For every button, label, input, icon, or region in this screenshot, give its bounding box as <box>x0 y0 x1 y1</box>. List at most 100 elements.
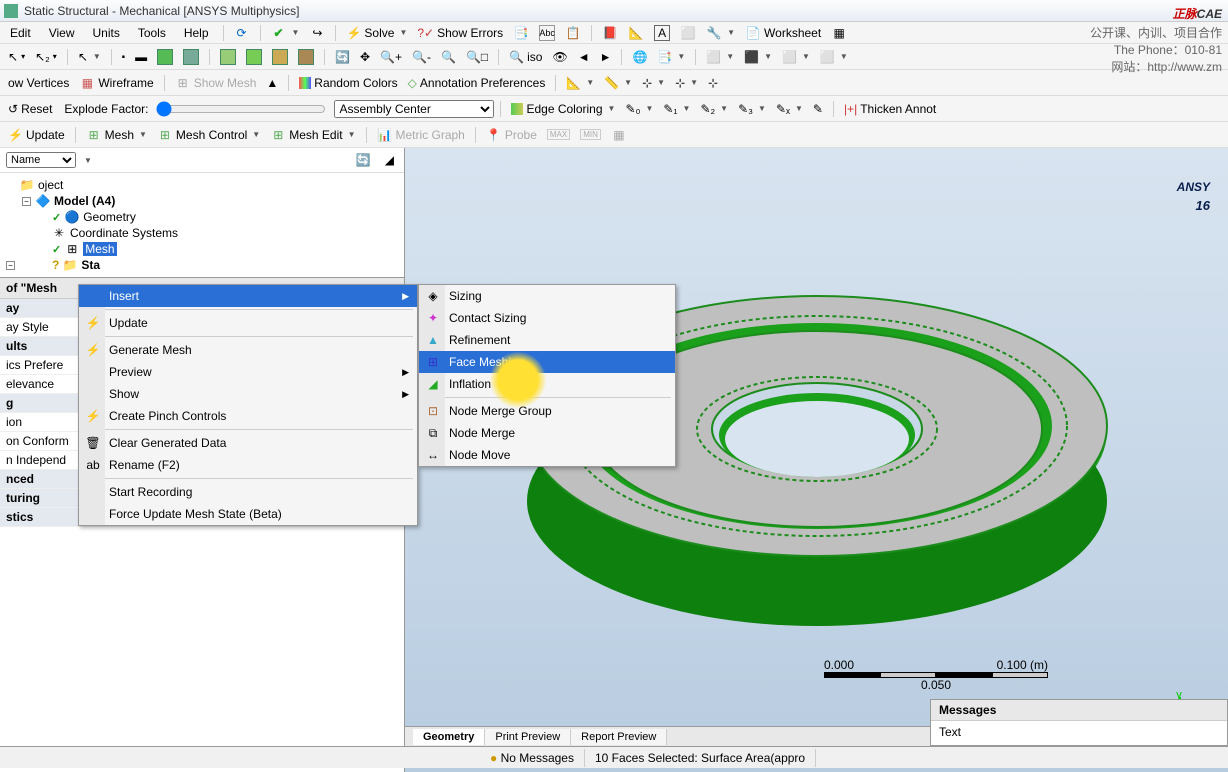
mesh-control-button[interactable]: ⊞Mesh Control▼ <box>153 125 264 145</box>
thicken-button[interactable]: |+|Thicken Annot <box>840 100 940 118</box>
edge-coloring-button[interactable]: Edge Coloring▼ <box>507 100 619 118</box>
arrow-button[interactable]: ↪ <box>305 23 329 43</box>
sel-body[interactable] <box>179 47 203 67</box>
tb-icon-3[interactable]: 📋 <box>561 23 585 43</box>
coord-icon-3[interactable]: ⊹▼ <box>638 74 669 92</box>
view-prev-button[interactable]: ◄ <box>574 48 594 66</box>
sub-node-merge-group[interactable]: ⊡ Node Merge Group <box>419 400 675 422</box>
ctx-rename[interactable]: ab Rename (F2) <box>79 454 417 476</box>
refresh-tree-icon[interactable]: 🔄 <box>352 151 375 169</box>
select-mode-1[interactable]: ↖▾ <box>4 48 29 66</box>
tb-icon-4[interactable]: 📕 <box>598 23 622 43</box>
display-button-4[interactable]: ⬜▼ <box>816 48 852 66</box>
ctx-clear-data[interactable]: 🗑 Clear Generated Data <box>79 432 417 454</box>
view-button[interactable]: 📑▼ <box>653 48 689 66</box>
view-next-button[interactable]: ► <box>596 48 616 66</box>
show-errors-button[interactable]: ?✓Show Errors <box>413 24 507 42</box>
sub-refinement[interactable]: ▲ Refinement <box>419 329 675 351</box>
display-button-1[interactable]: ⬜▼ <box>702 48 738 66</box>
zoom-out-button[interactable]: 🔍- <box>408 48 435 66</box>
tab-report-preview[interactable]: Report Preview <box>571 729 667 745</box>
show-vertices-button[interactable]: ow Vertices <box>4 74 73 92</box>
view-iso-button[interactable]: 🔍iso <box>505 48 546 66</box>
worksheet-button[interactable]: 📄Worksheet <box>741 23 825 43</box>
tb-icon-9[interactable]: ▦ <box>827 23 851 43</box>
tb-icon-abc[interactable]: Abc <box>535 23 559 43</box>
display-button-3[interactable]: ⬜▼ <box>778 48 814 66</box>
rotate-button[interactable]: 🔄 <box>331 48 354 66</box>
tree-model[interactable]: − 🔷 Model (A4) <box>2 193 402 209</box>
ctx-preview[interactable]: Preview ▶ <box>79 361 417 383</box>
sub-sizing[interactable]: ◈ Sizing <box>419 285 675 307</box>
solve-button[interactable]: ⚡Solve▼ <box>342 24 411 42</box>
coord-icon-2[interactable]: 📏▼ <box>600 74 636 92</box>
edge-6[interactable]: ✎ <box>809 100 827 118</box>
refresh-button[interactable]: ⟳ <box>230 23 254 43</box>
sub-contact-sizing[interactable]: ✦ Contact Sizing <box>419 307 675 329</box>
tb-icon-7[interactable]: ⬜ <box>676 23 700 43</box>
sub-node-move[interactable]: ↔ Node Move <box>419 444 675 466</box>
body-select-2[interactable] <box>242 47 266 67</box>
accept-button[interactable]: ✔▼ <box>267 23 304 43</box>
ctx-generate-mesh[interactable]: ⚡ Generate Mesh <box>79 339 417 361</box>
coord-icon-4[interactable]: ⊹▼ <box>671 74 702 92</box>
reset-button[interactable]: ↺Reset <box>4 100 56 118</box>
messages-panel[interactable]: Messages Text <box>930 699 1228 746</box>
mesh-edit-button[interactable]: ⊞Mesh Edit▼ <box>266 125 359 145</box>
menu-help[interactable]: Help <box>176 24 217 42</box>
sub-face-meshing[interactable]: ⊞ Face Meshing <box>419 351 675 373</box>
sub-inflation[interactable]: ◢ Inflation <box>419 373 675 395</box>
expand-tree-icon[interactable]: ◢ <box>381 151 398 169</box>
menu-units[interactable]: Units <box>84 24 127 42</box>
menu-edit[interactable]: Edit <box>2 24 39 42</box>
mesh-button[interactable]: ⊞Mesh▼ <box>82 125 151 145</box>
menu-tools[interactable]: Tools <box>130 24 174 42</box>
assembly-center-select[interactable]: Assembly Center <box>334 100 494 118</box>
ctx-start-recording[interactable]: Start Recording <box>79 481 417 503</box>
select-mode-2[interactable]: ↖₂▾ <box>31 48 61 66</box>
body-select-3[interactable] <box>268 47 292 67</box>
tree-geometry[interactable]: ✓ 🔵 Geometry <box>2 209 402 225</box>
view-manage-button[interactable]: 🌐 <box>628 48 651 66</box>
tab-geometry[interactable]: Geometry <box>413 729 485 745</box>
tb-icon-a[interactable]: A <box>650 23 674 43</box>
tb-icon-8[interactable]: 🔧▼ <box>702 23 739 43</box>
edge-5[interactable]: ✎ₓ▼ <box>772 100 807 118</box>
display-button-2[interactable]: ⬛▼ <box>740 48 776 66</box>
tree-static[interactable]: − ? 📁 Sta <box>2 257 402 273</box>
tb-icon-5[interactable]: 📐 <box>624 23 648 43</box>
wireframe-button[interactable]: ▦Wireframe <box>75 73 157 93</box>
filter-select[interactable]: Name <box>6 152 76 168</box>
ctx-insert[interactable]: Insert ▶ <box>79 285 417 307</box>
sel-edge[interactable]: ▬ <box>131 48 151 66</box>
edge-4[interactable]: ✎₃▼ <box>734 100 770 118</box>
expand-icon[interactable]: − <box>6 261 15 270</box>
body-select-1[interactable] <box>216 47 240 67</box>
ctx-update[interactable]: ⚡ Update <box>79 312 417 334</box>
pan-button[interactable]: ✥ <box>356 48 374 66</box>
status-messages[interactable]: ● No Messages <box>480 749 585 767</box>
sel-vertex[interactable]: ⬝ <box>118 47 129 66</box>
zoom-fit-button[interactable]: 🔍 <box>437 48 460 66</box>
zoom-in-button[interactable]: 🔍+ <box>376 48 406 66</box>
tree-mesh[interactable]: ✓ ⊞ Mesh <box>2 241 402 257</box>
edge-3[interactable]: ✎₂▼ <box>696 100 732 118</box>
view-look-button[interactable]: 👁 <box>548 48 571 66</box>
body-select-4[interactable] <box>294 47 318 67</box>
tb-icon-1[interactable]: 📑 <box>509 23 533 43</box>
explode-slider[interactable] <box>156 101 326 117</box>
annotation-prefs-button[interactable]: ◇Annotation Preferences <box>404 74 550 92</box>
coord-icon-1[interactable]: 📐▼ <box>562 74 598 92</box>
zoom-box-button[interactable]: 🔍□ <box>462 48 492 66</box>
collapse-icon[interactable]: − <box>22 197 31 206</box>
outline-tree[interactable]: 📁 oject − 🔷 Model (A4) ✓ 🔵 Geometry ✳ Co… <box>0 173 404 277</box>
sel-face[interactable] <box>153 47 177 67</box>
coord-icon-5[interactable]: ⊹ <box>704 74 722 92</box>
edge-2[interactable]: ✎₁▼ <box>659 100 694 118</box>
edge-1[interactable]: ✎₀▼ <box>621 100 657 118</box>
vertex-select[interactable]: ↖▼ <box>74 48 105 66</box>
ctx-create-pinch[interactable]: ⚡ Create Pinch Controls <box>79 405 417 427</box>
random-colors-button[interactable]: Random Colors <box>295 74 401 92</box>
ctx-force-update[interactable]: Force Update Mesh State (Beta) <box>79 503 417 525</box>
sub-node-merge[interactable]: ⧉ Node Merge <box>419 422 675 444</box>
